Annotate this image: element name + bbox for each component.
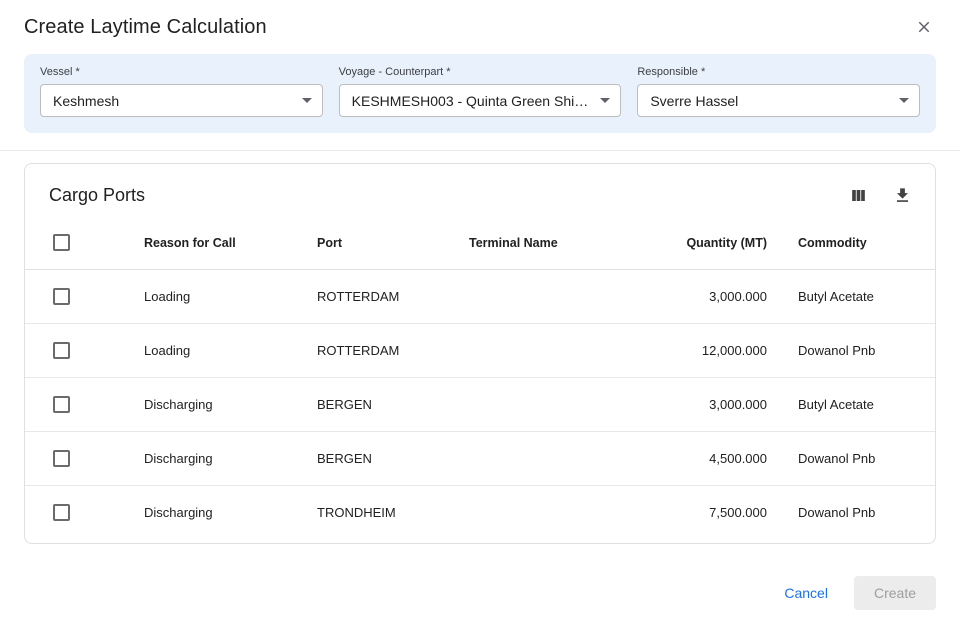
cell-quantity: 7,500.000 — [629, 486, 767, 544]
cell-port: TRONDHEIM — [317, 486, 469, 544]
cell-reason: Loading — [144, 324, 317, 378]
cell-port: ROTTERDAM — [317, 270, 469, 324]
cell-port: BERGEN — [317, 432, 469, 486]
column-header-quantity: Quantity (MT) — [629, 220, 767, 270]
vessel-label: Vessel * — [40, 66, 323, 78]
cell-reason: Loading — [144, 270, 317, 324]
dialog-footer: Cancel Create — [0, 562, 960, 626]
cargo-ports-header: Cargo Ports — [25, 164, 935, 220]
cargo-ports-table: Reason for Call Port Terminal Name Quant… — [25, 220, 935, 543]
section-divider — [0, 150, 960, 151]
responsible-field: Responsible * Sverre Hassel — [637, 66, 920, 117]
cargo-ports-title: Cargo Ports — [49, 185, 145, 206]
dialog-header: Create Laytime Calculation — [0, 0, 960, 52]
row-checkbox[interactable] — [53, 396, 70, 413]
vessel-select[interactable]: Keshmesh — [40, 84, 323, 117]
cell-terminal — [469, 432, 629, 486]
row-checkbox[interactable] — [53, 450, 70, 467]
cell-terminal — [469, 486, 629, 544]
voyage-counterpart-select[interactable]: KESHMESH003 - Quinta Green Shippi… — [339, 84, 622, 117]
cell-commodity: Dowanol Pnb — [767, 486, 935, 544]
cell-commodity: Dowanol Pnb — [767, 432, 935, 486]
laytime-form-panel: Vessel * Keshmesh Voyage - Counterpart *… — [24, 54, 936, 133]
responsible-label: Responsible * — [637, 66, 920, 78]
cell-reason: Discharging — [144, 486, 317, 544]
cargo-ports-card: Cargo Ports Reason for Call Port Termina… — [24, 163, 936, 544]
column-header-commodity: Commodity — [767, 220, 935, 270]
vessel-select-value: Keshmesh — [53, 93, 292, 109]
cancel-button[interactable]: Cancel — [784, 585, 828, 601]
cell-commodity: Butyl Acetate — [767, 270, 935, 324]
cell-port: BERGEN — [317, 378, 469, 432]
cell-commodity: Butyl Acetate — [767, 378, 935, 432]
column-header-port: Port — [317, 220, 469, 270]
download-icon[interactable] — [891, 184, 913, 206]
table-row: Loading ROTTERDAM 12,000.000 Dowanol Pnb — [25, 324, 935, 378]
row-checkbox[interactable] — [53, 342, 70, 359]
chevron-down-icon — [600, 98, 610, 103]
table-row: Discharging TRONDHEIM 7,500.000 Dowanol … — [25, 486, 935, 544]
column-header-reason: Reason for Call — [144, 220, 317, 270]
cell-terminal — [469, 324, 629, 378]
cell-terminal — [469, 270, 629, 324]
create-button[interactable]: Create — [854, 576, 936, 610]
column-header-terminal: Terminal Name — [469, 220, 629, 270]
row-checkbox[interactable] — [53, 288, 70, 305]
vessel-field: Vessel * Keshmesh — [40, 66, 323, 117]
table-row: Discharging BERGEN 3,000.000 Butyl Aceta… — [25, 378, 935, 432]
table-row: Discharging BERGEN 4,500.000 Dowanol Pnb — [25, 432, 935, 486]
chevron-down-icon — [899, 98, 909, 103]
voyage-counterpart-select-value: KESHMESH003 - Quinta Green Shippi… — [352, 93, 591, 109]
voyage-counterpart-field: Voyage - Counterpart * KESHMESH003 - Qui… — [339, 66, 622, 117]
cell-quantity: 3,000.000 — [629, 378, 767, 432]
page-title: Create Laytime Calculation — [24, 16, 267, 39]
close-icon[interactable] — [912, 15, 936, 39]
cell-reason: Discharging — [144, 378, 317, 432]
cell-commodity: Dowanol Pnb — [767, 324, 935, 378]
cell-port: ROTTERDAM — [317, 324, 469, 378]
cargo-ports-actions — [847, 184, 913, 206]
cell-terminal — [469, 378, 629, 432]
view-columns-icon[interactable] — [847, 184, 869, 206]
responsible-select-value: Sverre Hassel — [650, 93, 889, 109]
responsible-select[interactable]: Sverre Hassel — [637, 84, 920, 117]
cell-quantity: 12,000.000 — [629, 324, 767, 378]
chevron-down-icon — [302, 98, 312, 103]
table-header-row: Reason for Call Port Terminal Name Quant… — [25, 220, 935, 270]
select-all-checkbox[interactable] — [53, 234, 70, 251]
row-checkbox[interactable] — [53, 504, 70, 521]
cell-reason: Discharging — [144, 432, 317, 486]
table-row: Loading ROTTERDAM 3,000.000 Butyl Acetat… — [25, 270, 935, 324]
cell-quantity: 3,000.000 — [629, 270, 767, 324]
cell-quantity: 4,500.000 — [629, 432, 767, 486]
voyage-counterpart-label: Voyage - Counterpart * — [339, 66, 622, 78]
